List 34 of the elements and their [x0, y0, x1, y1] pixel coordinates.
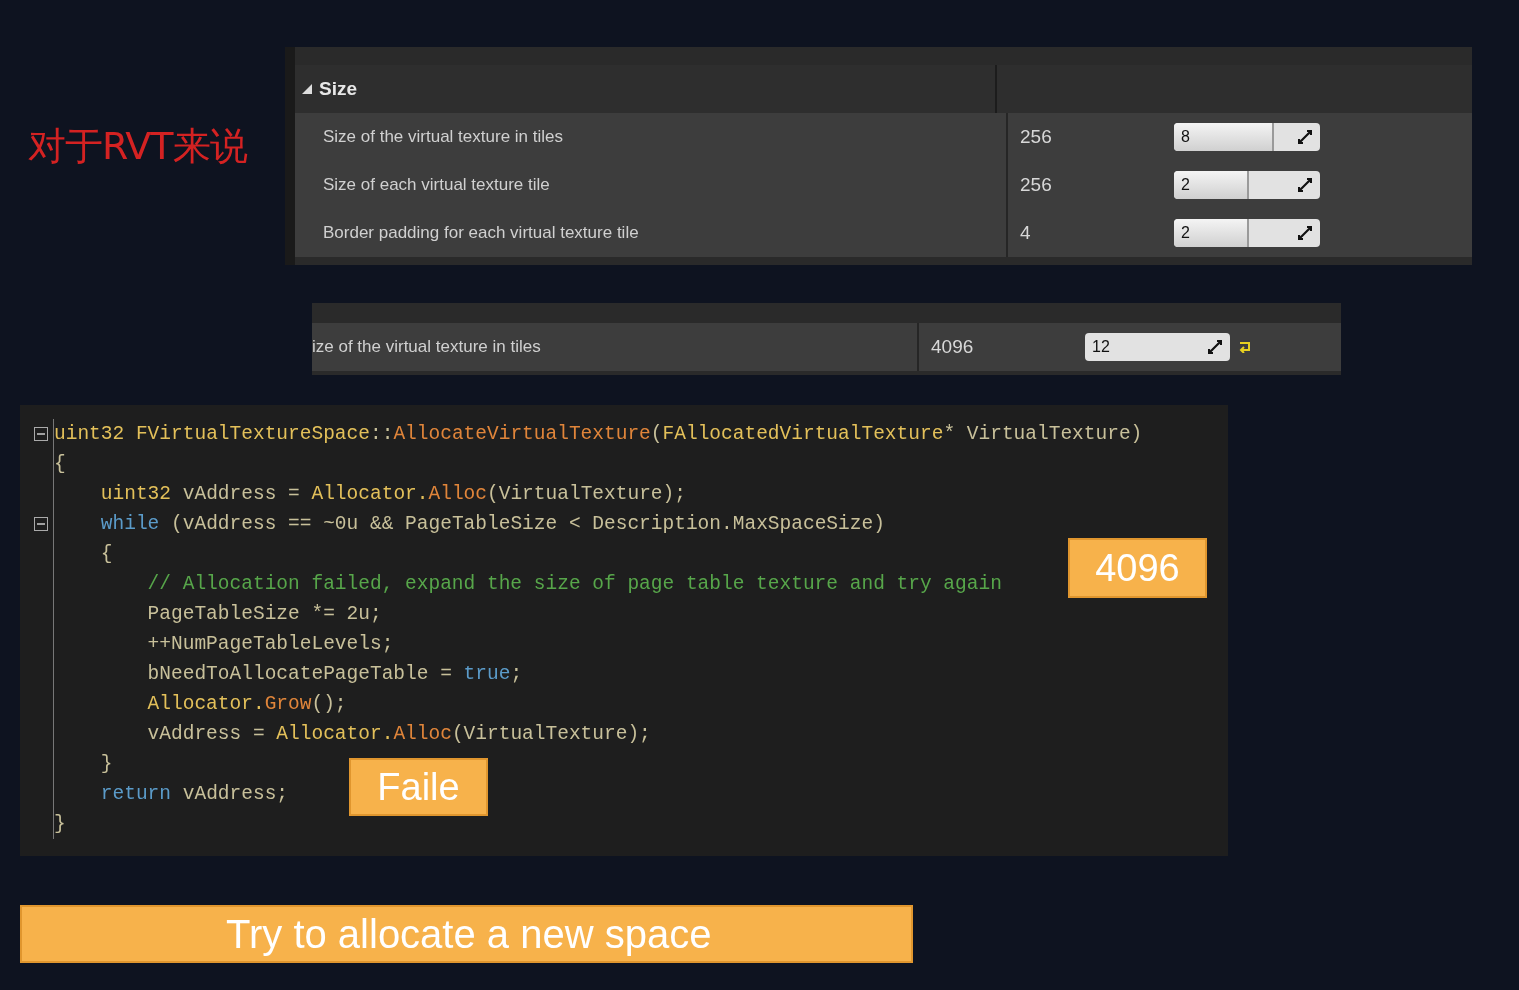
caption-banner: Try to allocate a new space [20, 905, 913, 963]
spin-box[interactable]: 12 [1085, 333, 1230, 361]
code-line: { [99, 543, 113, 565]
code-line: vAddress = Allocator.Alloc(VirtualTexture); [146, 723, 651, 745]
code-line: uint32 vAddress = Allocator.Alloc(VirtualTexture); [99, 483, 686, 505]
spin-box[interactable]: 8 [1174, 123, 1320, 151]
code-line: uint32 FVirtualTextureSpace::AllocateVirtualTexture(FAllocatedVirtualTexture* VirtualTexture) [54, 423, 1143, 445]
code-line: ++NumPageTableLevels; [146, 633, 394, 655]
resize-arrows-icon [1298, 226, 1312, 240]
code-line: PageTableSize *= 2u; [146, 603, 382, 625]
callout-label: 4096 [1068, 538, 1207, 598]
code-line: while (vAddress == ~0u && PageTableSize < Description.MaxSpaceSize) [99, 513, 885, 535]
spin-box[interactable]: 2 [1174, 171, 1320, 199]
collapse-icon[interactable] [34, 517, 48, 531]
callout-label: Faile [349, 758, 488, 816]
slide-heading: 对于RVT来说 [28, 123, 247, 170]
collapse-icon[interactable] [34, 427, 48, 441]
spin-box[interactable]: 2 [1174, 219, 1320, 247]
code-line: { [54, 453, 66, 475]
property-value: 256 [1019, 174, 1053, 196]
property-value: 4 [1019, 222, 1032, 244]
resize-arrows-icon [1298, 130, 1312, 144]
resize-arrows-icon [1298, 178, 1312, 192]
resize-arrows-icon [1208, 340, 1222, 354]
property-value: 4096 [930, 336, 975, 358]
code-line: // Allocation failed, expand the size of page table texture and try again [146, 573, 1002, 595]
code-line: bNeedToAllocatePageTable = true; [146, 663, 523, 685]
code-line: Allocator.Grow(); [146, 693, 347, 715]
property-value: 256 [1019, 126, 1053, 148]
code-line: return vAddress; [99, 783, 289, 805]
code-line: } [99, 753, 113, 775]
expand-triangle-icon [301, 83, 313, 95]
code-line: } [54, 813, 66, 835]
reset-arrow-icon[interactable] [1238, 341, 1252, 353]
